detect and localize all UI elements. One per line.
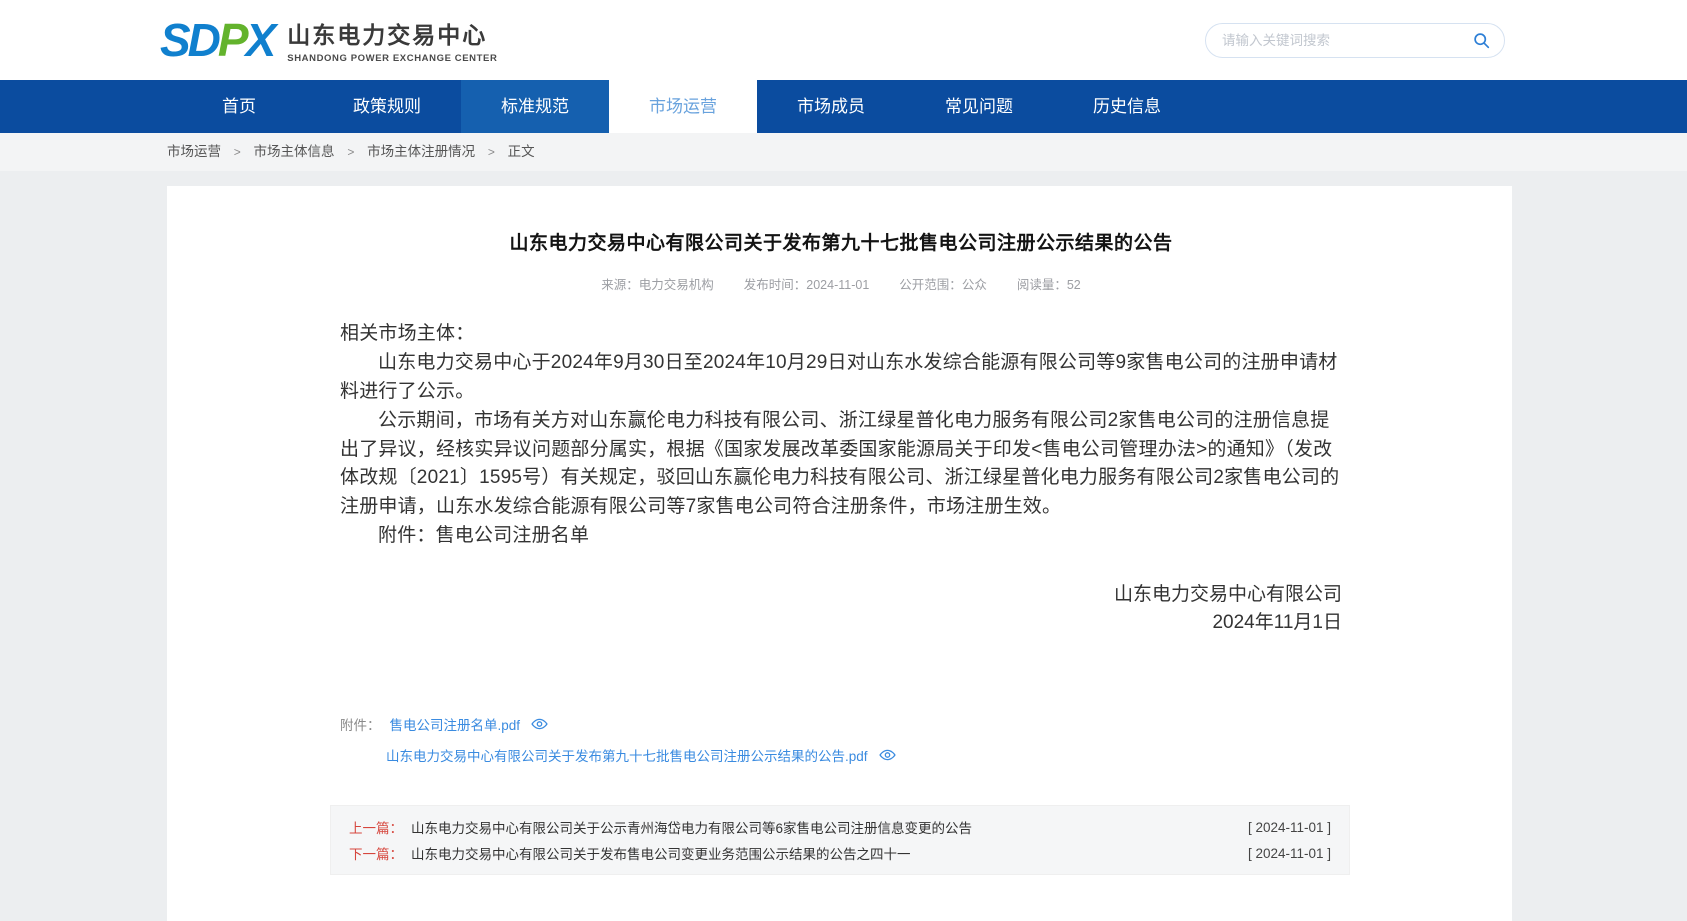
breadcrumb: 市场运营 > 市场主体信息 > 市场主体注册情况 > 正文 — [0, 133, 1687, 171]
attachment-row: 附件： 售电公司注册名单.pdf — [340, 714, 1342, 734]
meta-source: 来源：电力交易机构 — [601, 274, 714, 293]
eye-icon[interactable] — [879, 749, 896, 761]
paragraph: 公示期间，市场有关方对山东赢伦电力科技有限公司、浙江绿星普化电力服务有限公司2家… — [340, 407, 1342, 523]
next-label: 下一篇： — [349, 843, 403, 863]
nav-item-faq[interactable]: 常见问题 — [905, 80, 1053, 133]
paragraph: 山东电力交易中心于2024年9月30日至2024年10月29日对山东水发综合能源… — [340, 349, 1342, 407]
logo-mark-p: P — [218, 14, 246, 66]
next-article-date: [ 2024-11-01 ] — [1248, 846, 1331, 861]
breadcrumb-separator: > — [234, 145, 241, 159]
breadcrumb-item-current: 正文 — [508, 144, 535, 159]
prev-article-row: 上一篇： 山东电力交易中心有限公司关于公示青州海岱电力有限公司等6家售电公司注册… — [349, 814, 1331, 840]
prev-article-link[interactable]: 山东电力交易中心有限公司关于公示青州海岱电力有限公司等6家售电公司注册信息变更的… — [411, 817, 1228, 837]
article-title: 山东电力交易中心有限公司关于发布第九十七批售电公司注册公示结果的公告 — [340, 228, 1342, 255]
signature-date: 2024年11月1日 — [340, 609, 1342, 637]
breadcrumb-separator: > — [488, 145, 495, 159]
prev-label: 上一篇： — [349, 817, 403, 837]
attachment-link-announcement-pdf[interactable]: 山东电力交易中心有限公司关于发布第九十七批售电公司注册公示结果的公告.pdf — [386, 745, 868, 765]
paragraph: 附件：售电公司注册名单 — [340, 522, 1342, 551]
main-nav: 首页 政策规则 标准规范 市场运营 市场成员 常见问题 历史信息 — [0, 80, 1687, 133]
meta-views: 阅读量：52 — [1017, 274, 1081, 293]
logo-title-cn: 山东电力交易中心 — [287, 16, 497, 50]
meta-scope: 公开范围：公众 — [899, 274, 987, 293]
nav-item-home[interactable]: 首页 — [165, 80, 313, 133]
search-box — [1205, 23, 1505, 58]
article-signature: 山东电力交易中心有限公司 2024年11月1日 — [340, 581, 1342, 636]
meta-publish-time: 发布时间：2024-11-01 — [744, 274, 870, 293]
breadcrumb-item-market-operation[interactable]: 市场运营 — [167, 144, 221, 159]
logo-mark-sd: SD — [160, 14, 218, 66]
article-card: 山东电力交易中心有限公司关于发布第九十七批售电公司注册公示结果的公告 来源：电力… — [167, 186, 1512, 921]
logo-mark-x: X — [246, 14, 274, 66]
attachments-label: 附件： — [340, 714, 381, 734]
attachment-row: 山东电力交易中心有限公司关于发布第九十七批售电公司注册公示结果的公告.pdf — [340, 745, 1342, 765]
page-background: 山东电力交易中心有限公司关于发布第九十七批售电公司注册公示结果的公告 来源：电力… — [0, 171, 1687, 921]
nav-item-history[interactable]: 历史信息 — [1053, 80, 1201, 133]
search-icon[interactable] — [1471, 30, 1491, 50]
nav-item-market-members[interactable]: 市场成员 — [757, 80, 905, 133]
site-logo[interactable]: SDPX 山东电力交易中心 SHANDONG POWER EXCHANGE CE… — [160, 16, 497, 64]
signature-company: 山东电力交易中心有限公司 — [340, 581, 1342, 609]
article-meta: 来源：电力交易机构 发布时间：2024-11-01 公开范围：公众 阅读量：52 — [340, 274, 1342, 293]
breadcrumb-item-registration-status[interactable]: 市场主体注册情况 — [367, 144, 475, 159]
attachments-section: 附件： 售电公司注册名单.pdf 山东电力交易中心有限公司关于发布第九十七批售电… — [340, 714, 1342, 765]
search-input[interactable] — [1222, 33, 1471, 48]
next-article-link[interactable]: 山东电力交易中心有限公司关于发布售电公司变更业务范围公示结果的公告之四十一 — [411, 843, 1228, 863]
paragraph: 相关市场主体： — [340, 320, 1342, 349]
article-body: 相关市场主体： 山东电力交易中心于2024年9月30日至2024年10月29日对… — [340, 320, 1342, 551]
nav-item-policy-rules[interactable]: 政策规则 — [313, 80, 461, 133]
site-header: SDPX 山东电力交易中心 SHANDONG POWER EXCHANGE CE… — [0, 0, 1687, 80]
eye-icon[interactable] — [531, 718, 548, 730]
attachment-link-registration-list[interactable]: 售电公司注册名单.pdf — [390, 714, 521, 734]
breadcrumb-item-market-subject-info[interactable]: 市场主体信息 — [254, 144, 335, 159]
nav-item-market-operation[interactable]: 市场运营 — [609, 80, 757, 133]
logo-title-en: SHANDONG POWER EXCHANGE CENTER — [287, 53, 497, 64]
prev-next-box: 上一篇： 山东电力交易中心有限公司关于公示青州海岱电力有限公司等6家售电公司注册… — [330, 805, 1350, 875]
logo-text: 山东电力交易中心 SHANDONG POWER EXCHANGE CENTER — [287, 16, 497, 64]
next-article-row: 下一篇： 山东电力交易中心有限公司关于发布售电公司变更业务范围公示结果的公告之四… — [349, 840, 1331, 866]
nav-item-standards[interactable]: 标准规范 — [461, 80, 609, 133]
prev-article-date: [ 2024-11-01 ] — [1248, 820, 1331, 835]
breadcrumb-separator: > — [347, 145, 354, 159]
logo-mark: SDPX — [160, 17, 273, 63]
